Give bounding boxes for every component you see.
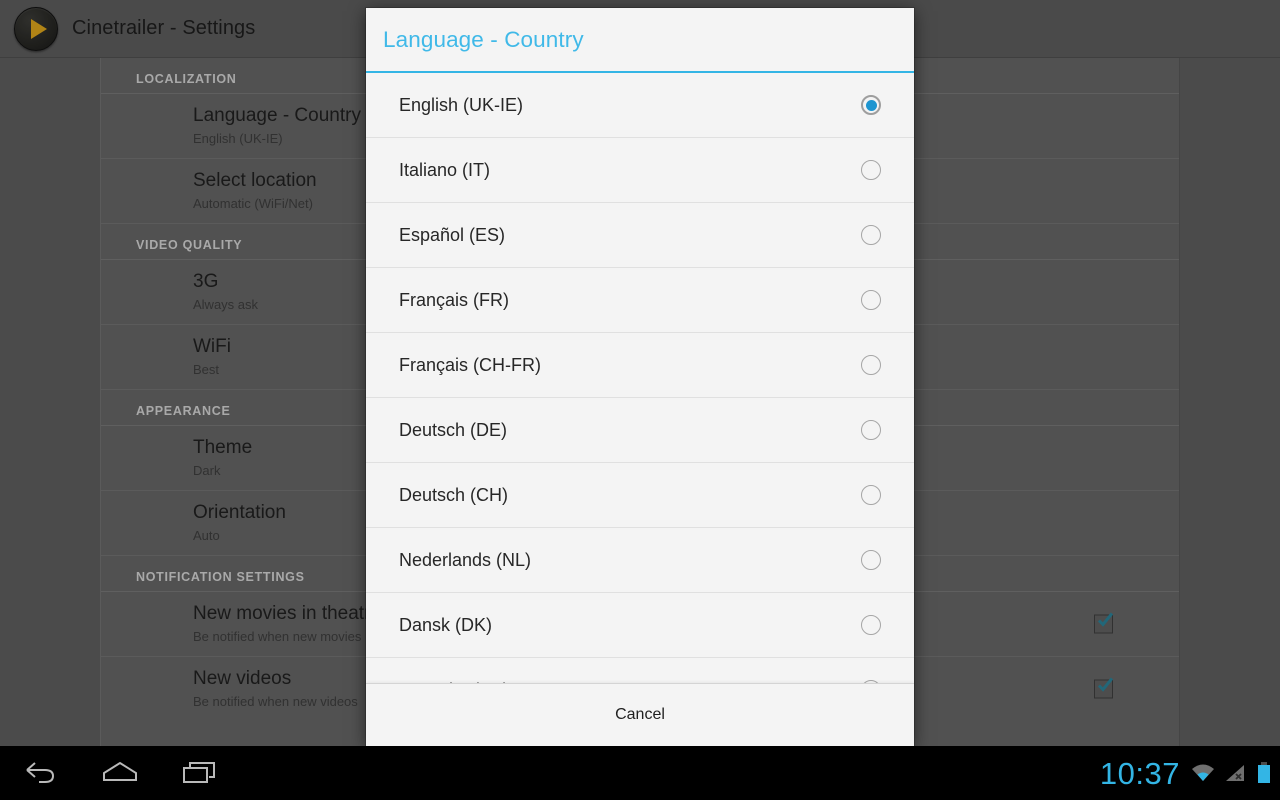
radio-button[interactable] [861,485,881,505]
radio-button[interactable] [861,160,881,180]
language-option-row[interactable]: Dansk (DK) [366,593,914,658]
check-icon [1097,612,1113,627]
radio-button[interactable] [861,355,881,375]
radio-button[interactable] [861,550,881,570]
language-option-row[interactable]: Nederlands (NL) [366,528,914,593]
language-option-row[interactable]: Deutsch (CH) [366,463,914,528]
recent-apps-button[interactable] [160,746,240,800]
language-option-label: Français (FR) [399,289,510,310]
language-option-list[interactable]: English (UK-IE) Italiano (IT) Español (E… [366,73,914,683]
checkbox-new-movies-in-theatres[interactable] [1094,612,1113,634]
language-option-label: Italiano (IT) [399,159,491,180]
language-option-label: Español (ES) [399,224,506,245]
wifi-icon [1190,762,1216,784]
language-option-row[interactable]: Svenska (SE) [366,658,914,683]
radio-button[interactable] [861,225,881,245]
language-country-dialog: Language - Country English (UK-IE) Itali… [366,8,914,746]
status-bar-right: 10:37 [1100,746,1272,800]
back-arrow-icon [26,762,55,783]
home-button[interactable] [80,746,160,800]
status-clock: 10:37 [1099,755,1180,791]
dialog-header: Language - Country [366,8,914,73]
no-signal-icon [1224,762,1248,784]
app-title: Cinetrailer - Settings [72,17,256,39]
system-navigation-bar: 10:37 [0,746,1280,800]
play-triangle-icon [31,18,47,39]
language-option-row[interactable]: Español (ES) [366,203,914,268]
language-option-row[interactable]: Français (FR) [366,268,914,333]
dialog-footer: Cancel [366,683,914,746]
language-option-row[interactable]: English (UK-IE) [366,73,914,138]
language-option-label: Dansk (DK) [399,614,493,635]
checkbox-new-videos[interactable] [1094,677,1113,699]
language-option-row[interactable]: Italiano (IT) [366,138,914,203]
language-option-label: English (UK-IE) [399,94,524,115]
dialog-title: Language - Country [383,26,584,52]
check-icon [1097,677,1113,692]
back-button[interactable] [0,746,80,800]
radio-button[interactable] [861,615,881,635]
language-option-row[interactable]: Français (CH-FR) [366,333,914,398]
radio-button-selected[interactable] [861,95,881,115]
battery-icon [1256,761,1272,785]
language-option-row[interactable]: Deutsch (DE) [366,398,914,463]
android-tablet-screen: Cinetrailer - Settings LOCALIZATION Lang… [0,0,1280,800]
language-option-label: Deutsch (DE) [399,419,508,440]
radio-button[interactable] [861,290,881,310]
language-option-label: Nederlands (NL) [399,549,532,570]
home-icon [103,761,137,781]
recent-apps-icon [183,762,215,783]
play-circle-icon[interactable] [14,6,58,51]
language-option-label: Français (CH-FR) [399,354,541,375]
cancel-button[interactable]: Cancel [591,700,689,730]
radio-button[interactable] [861,420,881,440]
language-option-label: Deutsch (CH) [399,484,509,505]
